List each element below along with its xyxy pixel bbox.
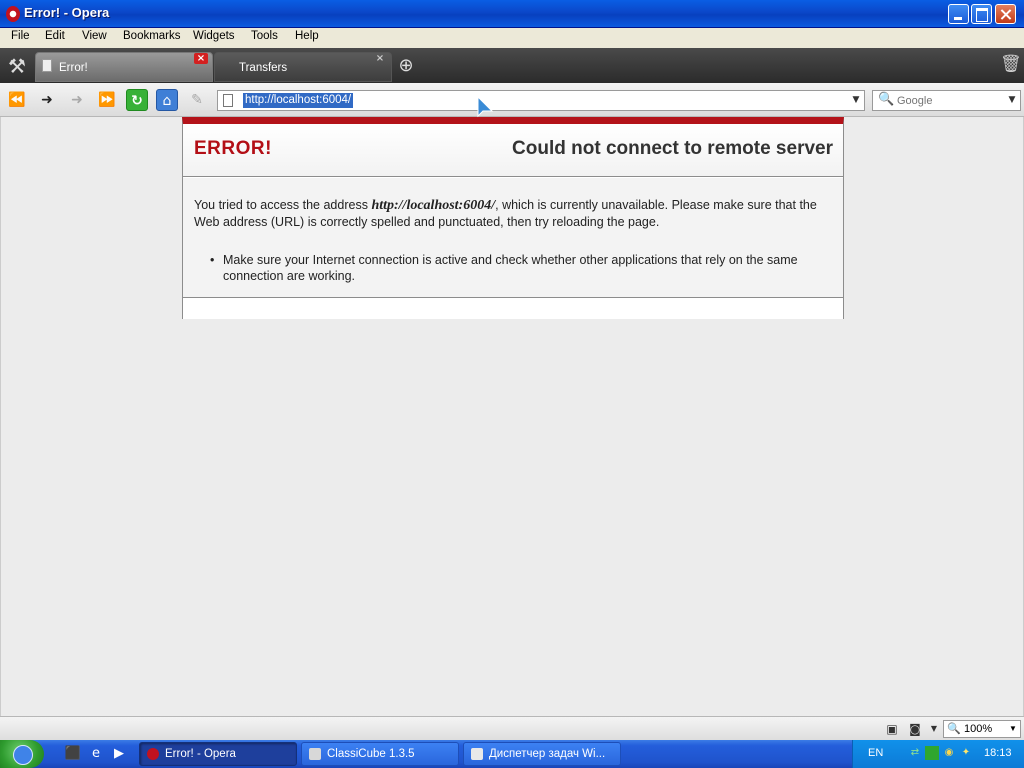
tools-icon[interactable]: ⚒: [3, 52, 31, 80]
maximize-button[interactable]: [971, 4, 992, 24]
chevron-down-icon[interactable]: ▼: [848, 91, 864, 110]
error-title: Could not connect to remote server: [512, 138, 833, 159]
opera-icon: [6, 6, 20, 22]
menu-bar: File Edit View Bookmarks Widgets Tools H…: [0, 28, 1024, 48]
window-title: Error! - Opera: [24, 5, 110, 20]
navigation-toolbar: ⏪ ➜ ➜ ⏩ ↻ ⌂ ✎ http://localhost:6004/ ▼ 🔍…: [0, 83, 1024, 117]
taskbar-item-classicube[interactable]: ClassiCube 1.3.5: [301, 742, 459, 766]
message-address: http://localhost:6004/: [371, 198, 496, 213]
page-icon: [42, 59, 52, 72]
page-content: ERROR! Could not connect to remote serve…: [0, 117, 1024, 716]
fast-forward-icon[interactable]: ⏩: [96, 89, 118, 111]
tab-label: Error!: [59, 62, 88, 74]
rewind-icon[interactable]: ⏪: [6, 89, 28, 111]
close-tab-icon[interactable]: ×: [194, 53, 208, 64]
tab-bar: ⚒ Error! × Transfers × ⊕ 🗑: [0, 48, 1024, 83]
zoom-value: 100%: [964, 723, 993, 735]
address-input[interactable]: http://localhost:6004/: [243, 93, 354, 108]
speed-dial-icon[interactable]: ▣: [883, 720, 901, 738]
error-message: You tried to access the address http://l…: [194, 197, 834, 230]
status-bar: ▣ ◙ ▼ 🔍 100% ▼: [0, 716, 1024, 740]
camera-icon[interactable]: ◙: [906, 720, 924, 738]
page-icon: [223, 94, 233, 107]
menu-widgets[interactable]: Widgets: [191, 30, 237, 42]
trash-icon[interactable]: 🗑: [1000, 54, 1022, 76]
menu-view[interactable]: View: [80, 30, 109, 42]
start-button[interactable]: [0, 740, 44, 768]
close-tab-icon[interactable]: ×: [373, 53, 387, 64]
internet-explorer-icon[interactable]: e: [87, 745, 105, 763]
search-box[interactable]: 🔍 ▼: [872, 90, 1021, 111]
search-input[interactable]: [897, 92, 997, 109]
minimize-button[interactable]: [948, 4, 969, 24]
clock: 18:13: [984, 747, 1012, 759]
menu-help[interactable]: Help: [293, 30, 321, 42]
magnifier-icon: 🔍: [947, 723, 961, 735]
system-tray: EN ⇄ ◉ ✦ 18:13: [852, 740, 1024, 768]
menu-edit[interactable]: Edit: [43, 30, 67, 42]
reload-icon[interactable]: ↻: [126, 89, 148, 111]
error-body: You tried to access the address http://l…: [183, 178, 843, 298]
taskbar-item-label: Error! - Opera: [165, 748, 236, 760]
back-arrow-icon[interactable]: ➜: [36, 89, 58, 111]
chevron-down-icon[interactable]: ▼: [925, 720, 943, 738]
magnifier-icon: 🔍: [878, 92, 895, 107]
error-panel: ERROR! Could not connect to remote serve…: [182, 117, 844, 319]
media-player-icon[interactable]: ▶: [110, 745, 128, 763]
network-icon[interactable]: ⇄: [908, 746, 922, 760]
taskbar-item-label: ClassiCube 1.3.5: [327, 748, 415, 760]
message-prefix: You tried to access the address: [194, 198, 372, 212]
desktop-icon[interactable]: ⬛: [64, 745, 82, 763]
opera-icon: [147, 748, 159, 760]
title-bar: Error! - Opera: [0, 0, 1024, 28]
taskbar: ⬛ e ▶ Error! - Opera ClassiCube 1.3.5 Ди…: [0, 740, 1024, 768]
task-manager-icon: [471, 748, 483, 760]
tab-error[interactable]: Error! ×: [35, 52, 213, 82]
pen-icon[interactable]: ✎: [186, 89, 208, 111]
plus-icon[interactable]: ⊕: [396, 56, 416, 76]
error-label: ERROR!: [194, 138, 272, 159]
media-icon[interactable]: ◉: [942, 746, 956, 760]
cube-icon: [309, 748, 321, 760]
taskbar-item-label: Диспетчер задач Wi...: [489, 748, 606, 760]
chevron-down-icon[interactable]: ▼: [1004, 91, 1020, 110]
mouse-cursor-icon: [477, 96, 493, 118]
close-window-button[interactable]: [995, 4, 1016, 24]
menu-bookmarks[interactable]: Bookmarks: [121, 30, 183, 42]
forward-arrow-icon[interactable]: ➜: [66, 89, 88, 111]
chevron-down-icon[interactable]: ▼: [1006, 721, 1020, 737]
home-icon[interactable]: ⌂: [156, 89, 178, 111]
tab-transfers[interactable]: Transfers ×: [214, 52, 392, 82]
error-tip: Make sure your Internet connection is ac…: [210, 252, 835, 284]
language-indicator[interactable]: EN: [868, 747, 883, 759]
wand-icon[interactable]: ✦: [959, 746, 973, 760]
address-bar[interactable]: http://localhost:6004/ ▼: [217, 90, 865, 111]
zoom-selector[interactable]: 🔍 100% ▼: [943, 720, 1021, 738]
taskbar-item-task-manager[interactable]: Диспетчер задач Wi...: [463, 742, 621, 766]
error-footer: [183, 299, 843, 319]
green-app-icon[interactable]: [925, 746, 939, 760]
taskbar-item-opera[interactable]: Error! - Opera: [139, 742, 297, 766]
menu-tools[interactable]: Tools: [249, 30, 280, 42]
menu-file[interactable]: File: [9, 30, 32, 42]
tab-label: Transfers: [239, 62, 288, 74]
error-header: ERROR! Could not connect to remote serve…: [183, 124, 843, 177]
